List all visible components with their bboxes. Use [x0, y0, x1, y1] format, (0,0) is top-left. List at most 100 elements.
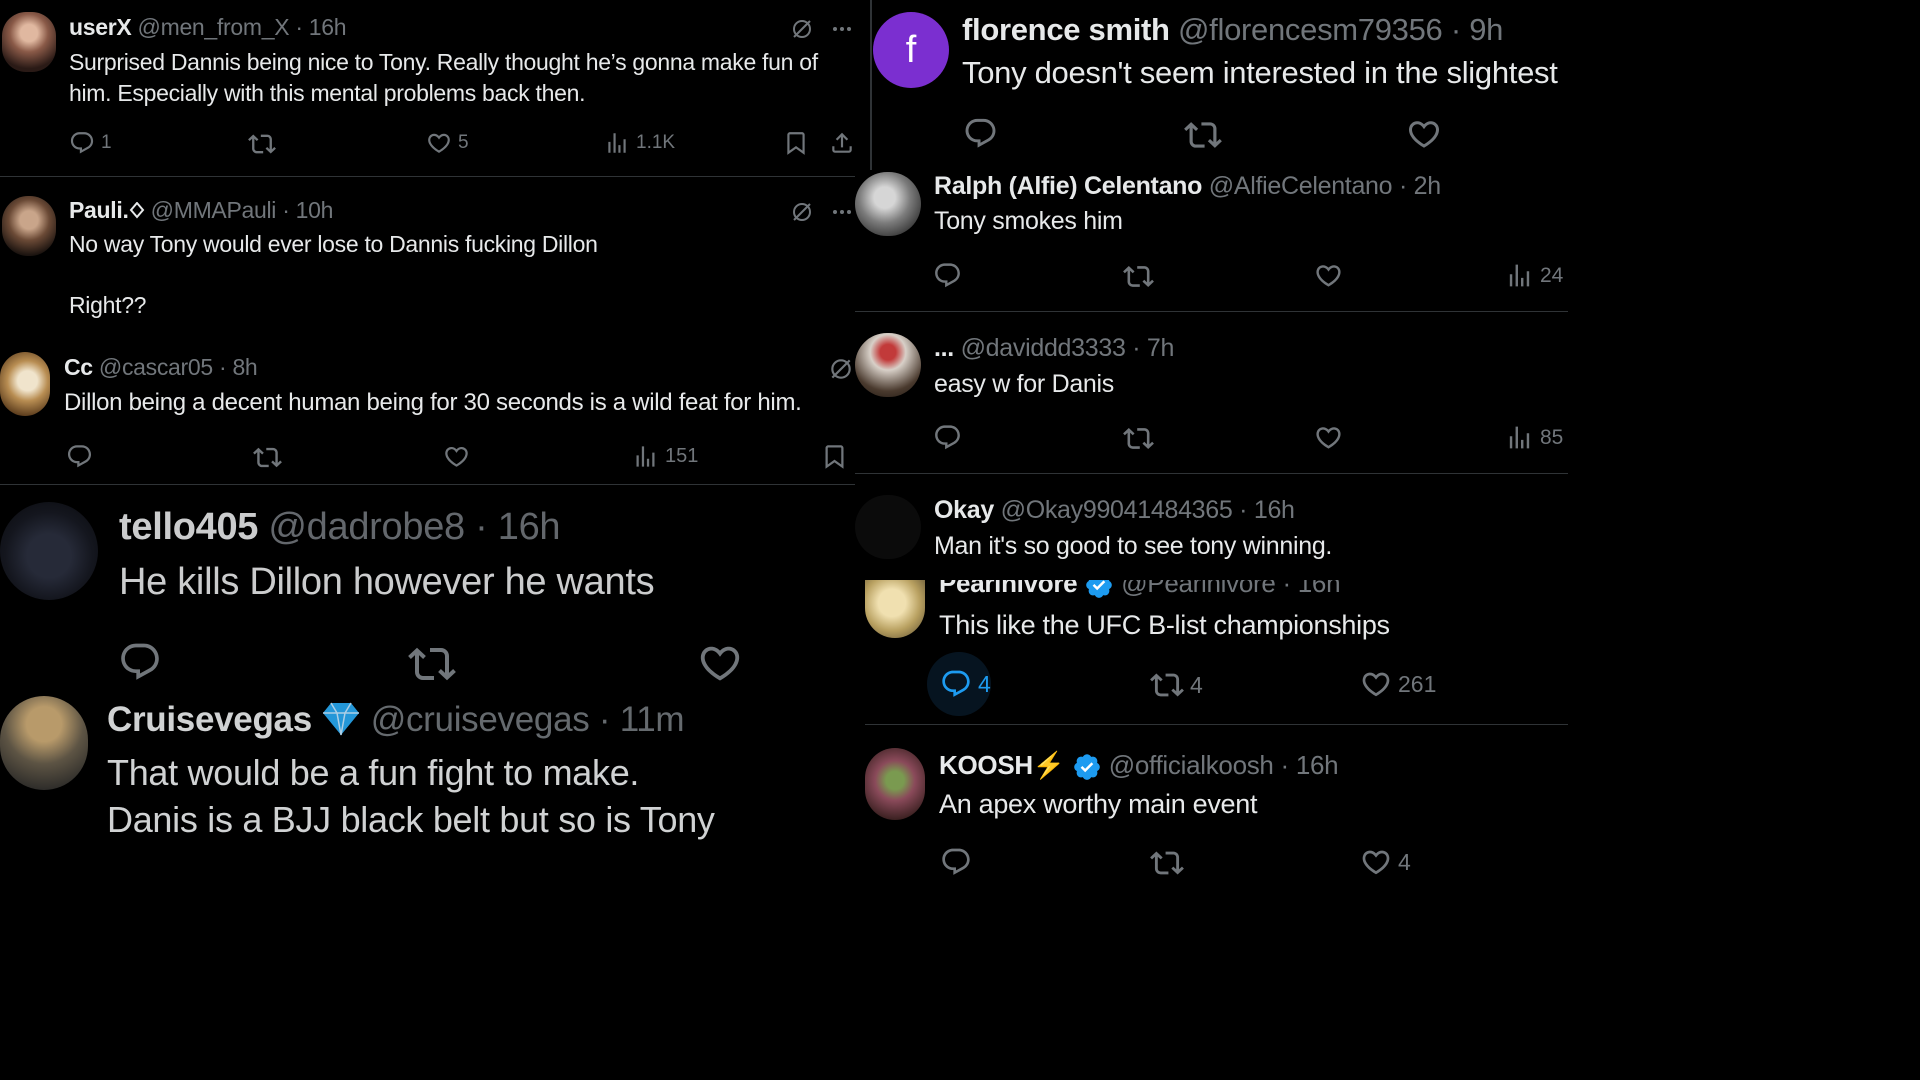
reply-button[interactable]: 1: [69, 130, 112, 156]
tweet-text: He kills Dillon however he wants: [119, 561, 655, 603]
user-handle[interactable]: @MMAPauli: [151, 197, 277, 223]
user-name[interactable]: Pauli.: [69, 197, 129, 223]
user-name[interactable]: Ralph (Alfie) Celentano: [934, 172, 1202, 200]
avatar[interactable]: [0, 502, 98, 600]
avatar[interactable]: [0, 352, 50, 416]
reply-button[interactable]: [933, 261, 962, 290]
like-button[interactable]: [1314, 261, 1343, 290]
repost-button[interactable]: [253, 443, 282, 472]
views-button[interactable]: 1.1K: [604, 130, 675, 156]
timestamp[interactable]: 11m: [620, 700, 685, 739]
like-button[interactable]: [443, 443, 470, 470]
user-name[interactable]: florence smith: [962, 12, 1170, 47]
user-handle[interactable]: @Pearlnivore: [1121, 580, 1276, 598]
like-button[interactable]: 4: [1360, 846, 1411, 878]
avatar[interactable]: [2, 12, 56, 72]
like-button[interactable]: [1314, 423, 1343, 452]
grok-icon[interactable]: [790, 17, 814, 41]
repost-icon: [1123, 423, 1154, 454]
views-button[interactable]: 24: [1505, 261, 1563, 290]
user-name[interactable]: ...: [934, 334, 954, 362]
avatar[interactable]: [0, 696, 88, 790]
avatar[interactable]: f: [873, 12, 949, 88]
user-handle[interactable]: @dadrobe8: [268, 506, 465, 548]
views-button[interactable]: 151: [632, 443, 698, 470]
verified-badge-icon: [1084, 580, 1114, 600]
reply-button[interactable]: [963, 116, 998, 151]
timestamp[interactable]: 16h: [1296, 750, 1339, 780]
repost-button[interactable]: [248, 130, 276, 158]
tweet-text: Tony doesn't seem interested in the slig…: [962, 55, 1558, 90]
user-name[interactable]: userX: [69, 14, 132, 40]
reply-button[interactable]: [933, 423, 962, 452]
like-button[interactable]: [1406, 116, 1442, 152]
repost-button[interactable]: 4: [1150, 668, 1203, 702]
divider: [0, 176, 870, 177]
user-name[interactable]: Cruisevegas: [107, 700, 312, 739]
timestamp[interactable]: 10h: [296, 197, 334, 223]
like-count: 261: [1398, 670, 1437, 697]
repost-button[interactable]: [1123, 261, 1154, 292]
timestamp[interactable]: 16h: [1298, 580, 1341, 598]
user-name[interactable]: tello405: [119, 506, 258, 548]
avatar[interactable]: [865, 748, 925, 820]
user-handle[interactable]: @AlfieCelentano: [1209, 172, 1393, 200]
view-count: 151: [665, 445, 699, 467]
grok-icon[interactable]: [828, 356, 854, 382]
avatar[interactable]: [855, 172, 921, 236]
repost-button[interactable]: [1150, 846, 1184, 880]
timestamp[interactable]: 7h: [1147, 334, 1175, 362]
more-icon[interactable]: [830, 17, 854, 41]
timestamp[interactable]: 9h: [1469, 12, 1503, 47]
user-name[interactable]: KOOSH: [939, 750, 1033, 780]
reply-icon: [118, 640, 162, 684]
views-button[interactable]: 85: [1505, 423, 1563, 452]
timestamp[interactable]: 8h: [232, 354, 257, 380]
timestamp[interactable]: 16h: [309, 14, 347, 40]
user-handle[interactable]: @officialkoosh: [1109, 750, 1274, 780]
reply-icon: [963, 116, 998, 151]
like-button[interactable]: [697, 640, 743, 686]
reply-button[interactable]: [940, 846, 972, 878]
user-name[interactable]: Cc: [64, 354, 93, 380]
user-handle[interactable]: @florencesm79356: [1178, 12, 1443, 47]
repost-button[interactable]: [1184, 116, 1222, 154]
user-handle[interactable]: @daviddd3333: [961, 334, 1126, 362]
grok-icon[interactable]: [790, 200, 814, 224]
timestamp[interactable]: 16h: [498, 506, 561, 548]
like-icon: [1360, 846, 1392, 878]
views-icon: [632, 443, 659, 470]
repost-button[interactable]: [408, 640, 456, 688]
timestamp[interactable]: 2h: [1414, 172, 1442, 200]
like-button[interactable]: 261: [1360, 668, 1436, 700]
user-name[interactable]: Okay: [934, 496, 994, 524]
more-icon[interactable]: [830, 200, 854, 224]
bookmark-icon[interactable]: [783, 130, 809, 156]
bookmark-icon[interactable]: [821, 443, 848, 470]
like-button[interactable]: 5: [426, 130, 469, 156]
share-icon[interactable]: [829, 130, 855, 156]
separator: ·: [1280, 750, 1290, 780]
tweet-header: Ralph (Alfie) Celentano @AlfieCelentano …: [934, 172, 1441, 201]
reply-button[interactable]: [118, 640, 162, 684]
tweet-text-line2: Danis is a BJJ black belt but so is Tony: [107, 799, 715, 840]
avatar[interactable]: [855, 333, 921, 397]
view-count: 24: [1540, 263, 1564, 287]
avatar[interactable]: [855, 495, 921, 559]
user-handle[interactable]: @men_from_X: [138, 14, 290, 40]
reply-count: 1: [101, 132, 112, 153]
reply-button[interactable]: 4: [940, 668, 991, 700]
tweet-text-line2: Right??: [69, 292, 147, 318]
repost-icon: [1123, 261, 1154, 292]
separator: ·: [295, 14, 303, 40]
repost-button[interactable]: [1123, 423, 1154, 454]
user-handle[interactable]: @cascar05: [99, 354, 213, 380]
avatar[interactable]: [865, 580, 925, 638]
timestamp[interactable]: 16h: [1254, 496, 1295, 524]
reply-button[interactable]: [66, 443, 93, 470]
avatar[interactable]: [2, 196, 56, 256]
user-handle[interactable]: @Okay99041484365: [1001, 496, 1233, 524]
repost-count: 4: [1190, 671, 1203, 698]
user-handle[interactable]: @cruisevegas: [371, 700, 590, 739]
user-name[interactable]: Pearlnivore: [939, 580, 1078, 598]
